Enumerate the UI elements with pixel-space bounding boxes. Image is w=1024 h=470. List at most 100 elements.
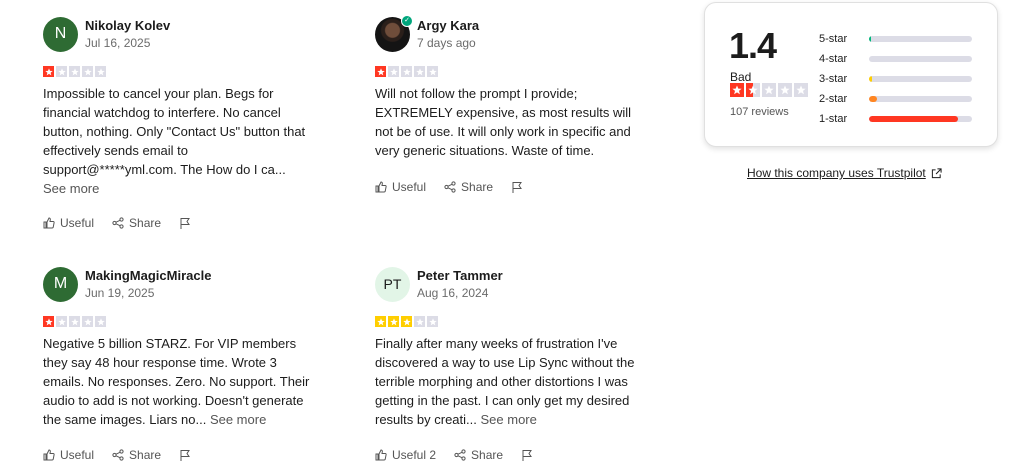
star-icon (43, 316, 54, 327)
reviewer-name[interactable]: Argy Kara (417, 17, 479, 34)
rating-bar-fill (869, 96, 878, 102)
reviewer-name[interactable]: MakingMagicMiracle (85, 267, 211, 284)
star-icon (375, 66, 386, 77)
rating-bar-row[interactable]: 4-star (819, 49, 972, 69)
useful-button[interactable]: Useful (375, 180, 426, 194)
review-date: Jul 16, 2025 (85, 35, 151, 50)
flag-button[interactable] (511, 181, 523, 193)
review-actions: Useful 2 Share (375, 448, 551, 462)
useful-button[interactable]: Useful (43, 216, 94, 230)
avatar-initial: N (54, 25, 67, 42)
star-rating (43, 66, 333, 77)
star-icon (375, 316, 386, 327)
review-count: 107 reviews (730, 106, 789, 118)
rating-bar-track (869, 116, 972, 122)
avatar[interactable]: N (43, 16, 78, 52)
star-rating (375, 66, 665, 77)
star-icon (56, 316, 67, 327)
rating-bar-fill (869, 36, 872, 42)
how-company-uses-trustpilot-link[interactable]: How this company uses Trustpilot (747, 166, 942, 180)
rating-bar-row[interactable]: 5-star (819, 29, 972, 49)
share-button[interactable]: Share (112, 448, 161, 462)
star-icon (401, 66, 412, 77)
star-icon (388, 66, 399, 77)
see-more-link[interactable]: See more (43, 181, 99, 196)
star-icon (414, 316, 425, 327)
star-icon (414, 66, 425, 77)
review-actions: Useful Share (375, 180, 541, 194)
rating-bar-row[interactable]: 2-star (819, 89, 972, 109)
star-icon (427, 66, 438, 77)
avatar[interactable]: PT (375, 266, 410, 302)
avatar-initial: M (53, 275, 68, 292)
how-link-label: How this company uses Trustpilot (747, 166, 926, 180)
flag-button[interactable] (179, 449, 191, 461)
share-icon (444, 181, 456, 193)
review-actions: Useful Share (43, 216, 209, 230)
rating-bar-fill (869, 116, 958, 122)
reviewer-name[interactable]: Peter Tammer (417, 267, 503, 284)
useful-label: Useful 2 (392, 448, 437, 462)
flag-button[interactable] (521, 449, 533, 461)
star-icon (762, 83, 776, 97)
thumbs-up-icon (375, 181, 387, 193)
rating-distribution: 5-star 4-star 3-star 2-star 1-star (819, 29, 972, 129)
review-text: Negative 5 billion STARZ. For VIP member… (43, 334, 318, 429)
share-label: Share (129, 448, 162, 462)
review-header: ✓ Argy Kara 7 days ago (375, 14, 665, 54)
rating-label: Bad (730, 70, 752, 84)
star-icon (388, 316, 399, 327)
star-icon (95, 316, 106, 327)
rating-bar-track (869, 36, 972, 42)
share-button[interactable]: Share (444, 180, 493, 194)
flag-icon (522, 450, 532, 461)
flag-button[interactable] (179, 217, 191, 229)
review-card: ✓ Argy Kara 7 days ago Will not follow t… (375, 14, 665, 194)
external-link-icon (931, 167, 942, 178)
thumbs-up-icon (375, 449, 387, 461)
flag-icon (180, 450, 190, 461)
review-card: M MakingMagicMiracle Jun 19, 2025 Negati… (43, 264, 333, 462)
avatar[interactable]: ✓ (375, 14, 413, 52)
rating-bar-row[interactable]: 3-star (819, 69, 972, 89)
review-header: M MakingMagicMiracle Jun 19, 2025 (43, 264, 333, 304)
thumbs-up-icon (43, 449, 55, 461)
avatar[interactable]: M (43, 266, 78, 302)
useful-button[interactable]: Useful 2 (375, 448, 436, 462)
star-icon (427, 316, 438, 327)
review-card: PT Peter Tammer Aug 16, 2024 Finally aft… (375, 264, 665, 462)
see-more-link[interactable]: See more (481, 412, 537, 427)
review-date: Jun 19, 2025 (85, 285, 155, 300)
star-rating (43, 316, 333, 327)
star-icon (746, 83, 760, 97)
trust-score: 1.4 (729, 25, 777, 66)
verified-check-icon: ✓ (401, 14, 413, 27)
thumbs-up-icon (43, 217, 55, 229)
rating-bar-row[interactable]: 1-star (819, 109, 972, 129)
useful-button[interactable]: Useful (43, 448, 94, 462)
see-more-link[interactable]: See more (210, 412, 266, 427)
share-label: Share (461, 180, 494, 194)
share-button[interactable]: Share (112, 216, 161, 230)
rating-bar-label: 3-star (819, 73, 848, 85)
share-icon (112, 217, 124, 229)
share-label: Share (129, 216, 162, 230)
rating-summary-card: 1.4 Bad 107 reviews 5-star 4-star 3-star 2-… (704, 2, 998, 147)
review-date: 7 days ago (417, 35, 476, 50)
share-button[interactable]: Share (454, 448, 503, 462)
flag-icon (512, 182, 522, 193)
rating-bar-label: 1-star (819, 113, 848, 125)
reviewer-name[interactable]: Nikolay Kolev (85, 17, 170, 34)
star-icon (794, 83, 808, 97)
review-actions: Useful Share (43, 448, 209, 462)
star-icon (778, 83, 792, 97)
star-icon (401, 316, 412, 327)
star-icon (43, 66, 54, 77)
rating-bar-track (869, 76, 972, 82)
useful-label: Useful (60, 216, 95, 230)
rating-bar-label: 2-star (819, 93, 848, 105)
useful-label: Useful (60, 448, 95, 462)
review-card: N Nikolay Kolev Jul 16, 2025 Impossible … (43, 14, 333, 230)
star-rating (375, 316, 665, 327)
star-icon (69, 66, 80, 77)
